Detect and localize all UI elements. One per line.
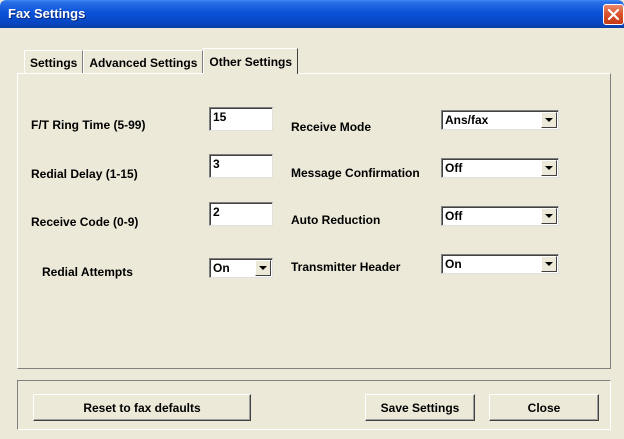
auto-reduction-value: Off	[445, 209, 463, 223]
close-x-icon	[608, 9, 619, 20]
message-confirmation-label: Message Confirmation	[291, 166, 420, 180]
receive-mode-label: Receive Mode	[291, 120, 372, 134]
tab-strip: Settings Advanced Settings Other Setting…	[24, 48, 299, 74]
transmitter-header-select[interactable]: On	[441, 254, 559, 274]
redial-delay-label: Redial Delay (1-15)	[31, 167, 138, 181]
tab-settings[interactable]: Settings	[24, 50, 84, 74]
receive-mode-select[interactable]: Ans/fax	[441, 110, 559, 130]
transmitter-header-value: On	[445, 257, 462, 271]
close-button[interactable]: Close	[489, 394, 599, 421]
receive-code-input[interactable]: 2	[209, 202, 273, 226]
redial-attempts-select[interactable]: On	[209, 258, 273, 278]
ft-ring-time-input[interactable]: 15	[209, 107, 273, 131]
chevron-down-icon[interactable]	[541, 208, 557, 224]
chevron-down-icon[interactable]	[541, 160, 557, 176]
auto-reduction-select[interactable]: Off	[441, 206, 559, 226]
receive-mode-value: Ans/fax	[445, 113, 489, 127]
tab-advanced-settings[interactable]: Advanced Settings	[83, 50, 204, 74]
auto-reduction-label: Auto Reduction	[291, 213, 381, 227]
title-bar[interactable]: Fax Settings	[0, 0, 624, 28]
ft-ring-time-label: F/T Ring Time (5-99)	[31, 118, 146, 132]
redial-attempts-value: On	[213, 261, 230, 275]
window-title: Fax Settings	[8, 6, 86, 21]
close-window-button[interactable]	[603, 4, 624, 25]
message-confirmation-value: Off	[445, 161, 463, 175]
chevron-down-icon[interactable]	[541, 112, 557, 128]
redial-attempts-label: Redial Attempts	[42, 265, 133, 279]
fax-settings-window: Fax Settings Settings Advanced Settings …	[0, 0, 624, 439]
tab-other-settings[interactable]: Other Settings	[203, 48, 299, 74]
save-settings-button[interactable]: Save Settings	[365, 394, 475, 421]
transmitter-header-label: Transmitter Header	[291, 260, 401, 274]
message-confirmation-select[interactable]: Off	[441, 158, 559, 178]
chevron-down-icon[interactable]	[255, 260, 271, 276]
receive-code-label: Receive Code (0-9)	[31, 215, 139, 229]
reset-to-fax-defaults-button[interactable]: Reset to fax defaults	[33, 394, 251, 421]
chevron-down-icon[interactable]	[541, 256, 557, 272]
other-settings-panel: F/T Ring Time (5-99) 15 Redial Delay (1-…	[17, 73, 611, 369]
redial-delay-input[interactable]: 3	[209, 154, 273, 178]
